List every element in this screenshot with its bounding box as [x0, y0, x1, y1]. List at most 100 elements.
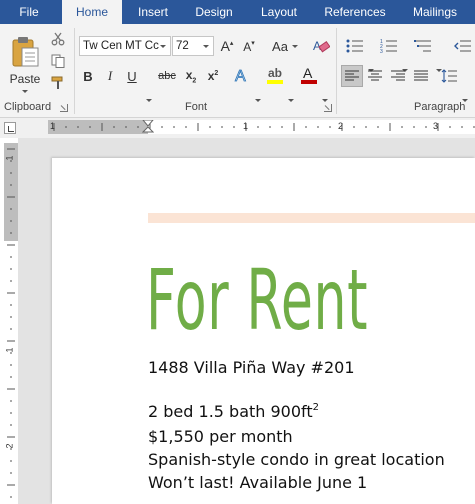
tab-insert[interactable]: Insert	[126, 0, 180, 24]
clipboard-group-label: Clipboard	[4, 101, 52, 113]
underline-dropdown-icon[interactable]	[146, 99, 152, 102]
highlighter-icon: ab	[267, 66, 283, 84]
numbering-button[interactable]: 1 2 3	[376, 36, 402, 56]
ruler-number: 2	[4, 443, 15, 449]
justify-icon	[414, 70, 428, 81]
font-dialog-launcher[interactable]	[324, 104, 332, 112]
svg-text:A: A	[303, 65, 313, 81]
format-painter-icon	[51, 76, 63, 89]
tab-file[interactable]: File	[8, 0, 50, 24]
decrease-indent-button[interactable]	[452, 36, 474, 56]
clear-formatting-icon: A	[313, 39, 330, 53]
font-color-button[interactable]: A	[298, 64, 320, 86]
svg-text:A: A	[235, 68, 246, 84]
clear-formatting-button[interactable]: A	[310, 36, 332, 56]
align-center-button[interactable]	[364, 65, 386, 87]
address-line[interactable]: 1488 Villa Piña Way #201	[148, 358, 355, 377]
align-center-icon	[368, 70, 382, 81]
grow-font-button[interactable]: A▴	[218, 36, 236, 56]
text-effects-button[interactable]: A	[231, 64, 253, 86]
align-left-button[interactable]	[341, 65, 363, 87]
paste-button[interactable]: Paste	[6, 30, 44, 93]
cut-button[interactable]	[48, 30, 68, 48]
justify-button[interactable]	[410, 65, 432, 87]
subscript-button[interactable]: x2	[182, 66, 200, 86]
underline-button[interactable]: U	[124, 66, 140, 86]
multilevel-list-button[interactable]	[410, 36, 436, 56]
ruler-number: 1	[50, 121, 56, 131]
align-right-button[interactable]	[387, 65, 409, 87]
tab-layout[interactable]: Layout	[250, 0, 308, 24]
clipboard-dialog-launcher[interactable]	[60, 104, 68, 112]
numbering-icon: 1 2 3	[380, 39, 397, 54]
accent-bar	[148, 213, 475, 223]
ribbon-tab-bar: File Home Insert Design Layout Reference…	[0, 0, 475, 24]
align-left-icon	[345, 70, 359, 81]
highlight-dropdown-icon[interactable]	[288, 99, 294, 102]
svg-text:3: 3	[380, 49, 383, 54]
line-spacing-icon	[441, 69, 457, 83]
subscript-icon: x2	[185, 67, 197, 85]
availability-line[interactable]: Won’t last! Available June 1	[148, 473, 367, 492]
font-group-label: Font	[185, 101, 208, 113]
indent-marker-icon[interactable]	[142, 120, 154, 140]
superscript-button[interactable]: x2	[204, 66, 222, 86]
font-name-combo[interactable]: Tw Cen MT Cc	[79, 36, 171, 56]
tab-selector[interactable]	[4, 122, 16, 134]
bold-button[interactable]: B	[80, 66, 96, 86]
copy-button[interactable]	[48, 52, 68, 70]
italic-button[interactable]: I	[102, 66, 118, 86]
specs-text: 2 bed 1.5 bath 900ft	[148, 402, 313, 421]
paste-label: Paste	[9, 72, 41, 86]
ruler-ticks	[7, 148, 15, 498]
specs-line[interactable]: 2 bed 1.5 bath 900ft2	[148, 402, 319, 421]
tab-mailings[interactable]: Mailings	[404, 0, 466, 24]
font-size-value: 72	[176, 40, 189, 52]
strikethrough-button[interactable]: abc	[156, 66, 178, 86]
chevron-down-icon	[292, 45, 298, 48]
highlight-button[interactable]: ab	[264, 64, 286, 86]
font-size-combo[interactable]: 72	[172, 36, 214, 56]
paste-dropdown-icon	[22, 90, 28, 93]
tab-home[interactable]: Home	[62, 0, 122, 24]
description-line[interactable]: Spanish-style condo in great location	[148, 450, 445, 469]
price-line[interactable]: $1,550 per month	[148, 427, 293, 446]
superscript-icon: x2	[207, 69, 219, 83]
change-case-label: Aa	[272, 38, 288, 54]
ribbon: Paste Clipboard Tw Cen MT Cc 72 A▴ A▾ Aa…	[0, 24, 475, 118]
chevron-down-icon	[203, 45, 209, 48]
ruler-number: 3	[433, 121, 439, 131]
tab-references[interactable]: References	[318, 0, 392, 24]
line-spacing-button[interactable]	[438, 65, 460, 87]
ruler-ticks	[53, 123, 475, 131]
page-heading[interactable]: For Rent	[146, 258, 368, 342]
ruler-number: 1	[4, 155, 15, 161]
tab-design[interactable]: Design	[186, 0, 242, 24]
chevron-down-icon	[160, 45, 166, 48]
bullets-icon	[346, 39, 363, 53]
font-name-value: Tw Cen MT Cc	[83, 40, 159, 52]
svg-text:ab: ab	[268, 66, 282, 80]
grow-font-icon: A▴	[220, 38, 234, 54]
change-case-button[interactable]: Aa	[266, 36, 298, 56]
bullets-button[interactable]	[342, 36, 368, 56]
vertical-ruler[interactable]	[4, 143, 18, 504]
decrease-indent-icon	[454, 40, 471, 52]
italic-icon: I	[107, 68, 113, 83]
shrink-font-button[interactable]: A▾	[240, 36, 258, 56]
text-effects-icon: A	[235, 68, 247, 84]
shrink-font-icon: A▾	[243, 39, 255, 54]
specs-superscript: 2	[312, 402, 320, 413]
paste-icon	[12, 37, 39, 67]
font-color-dropdown-icon[interactable]	[322, 99, 328, 102]
text-effects-dropdown-icon[interactable]	[255, 99, 261, 102]
group-separator	[336, 28, 337, 114]
underline-icon: U	[127, 68, 137, 84]
copy-icon	[51, 54, 65, 68]
align-right-icon	[391, 70, 405, 81]
bold-icon: B	[83, 68, 93, 84]
multilevel-list-icon	[414, 40, 431, 52]
horizontal-ruler[interactable]	[48, 120, 475, 134]
format-painter-button[interactable]	[48, 74, 68, 92]
scissors-icon	[51, 32, 65, 46]
